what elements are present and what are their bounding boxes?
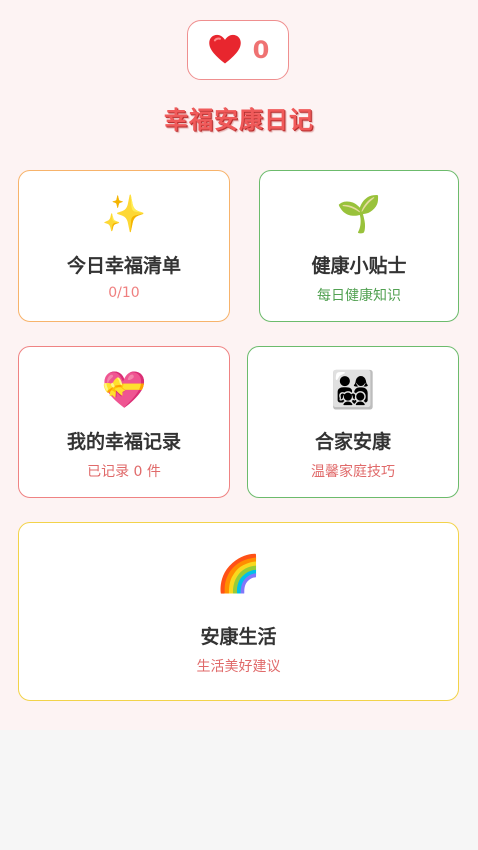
card-label: 合家安康 <box>314 431 391 453</box>
card-label: 我的幸福记录 <box>66 431 181 453</box>
card-subtitle: 温馨家庭技巧 <box>311 464 395 480</box>
family-icon: 👨‍👩‍👧‍👦 <box>330 370 376 411</box>
card-subtitle: 生活美好建议 <box>196 659 281 675</box>
heart-counter-button[interactable]: 0 <box>187 20 289 80</box>
card-label: 健康小贴士 <box>311 255 407 277</box>
card-happiness-records[interactable]: 💝 我的幸福记录 已记录 0 件 <box>18 346 230 498</box>
card-label: 安康生活 <box>200 626 277 648</box>
app-screen: 0 幸福安康日记 ✨ 今日幸福清单 0/10 🌱 健康小贴士 每日健康知识 💝 … <box>0 0 478 730</box>
heart-icon <box>208 34 241 64</box>
heart-gift-icon: 💝 <box>101 370 147 411</box>
card-subtitle: 0/10 <box>108 285 140 301</box>
page-title: 幸福安康日记 <box>164 106 314 134</box>
card-label: 今日幸福清单 <box>66 255 181 277</box>
card-family-peace[interactable]: 👨‍👩‍👧‍👦 合家安康 温馨家庭技巧 <box>247 346 459 498</box>
card-subtitle: 每日健康知识 <box>317 288 401 304</box>
rainbow-icon: 🌈 <box>216 554 261 595</box>
sparkles-icon: ✨ <box>101 194 147 235</box>
card-healthy-life[interactable]: 🌈 安康生活 生活美好建议 <box>18 522 459 701</box>
card-health-tips[interactable]: 🌱 健康小贴士 每日健康知识 <box>259 170 459 322</box>
card-happiness-list[interactable]: ✨ 今日幸福清单 0/10 <box>18 170 230 322</box>
seedling-icon: 🌱 <box>336 194 382 235</box>
card-subtitle: 已记录 0 件 <box>87 464 161 480</box>
heart-count: 0 <box>252 36 270 64</box>
